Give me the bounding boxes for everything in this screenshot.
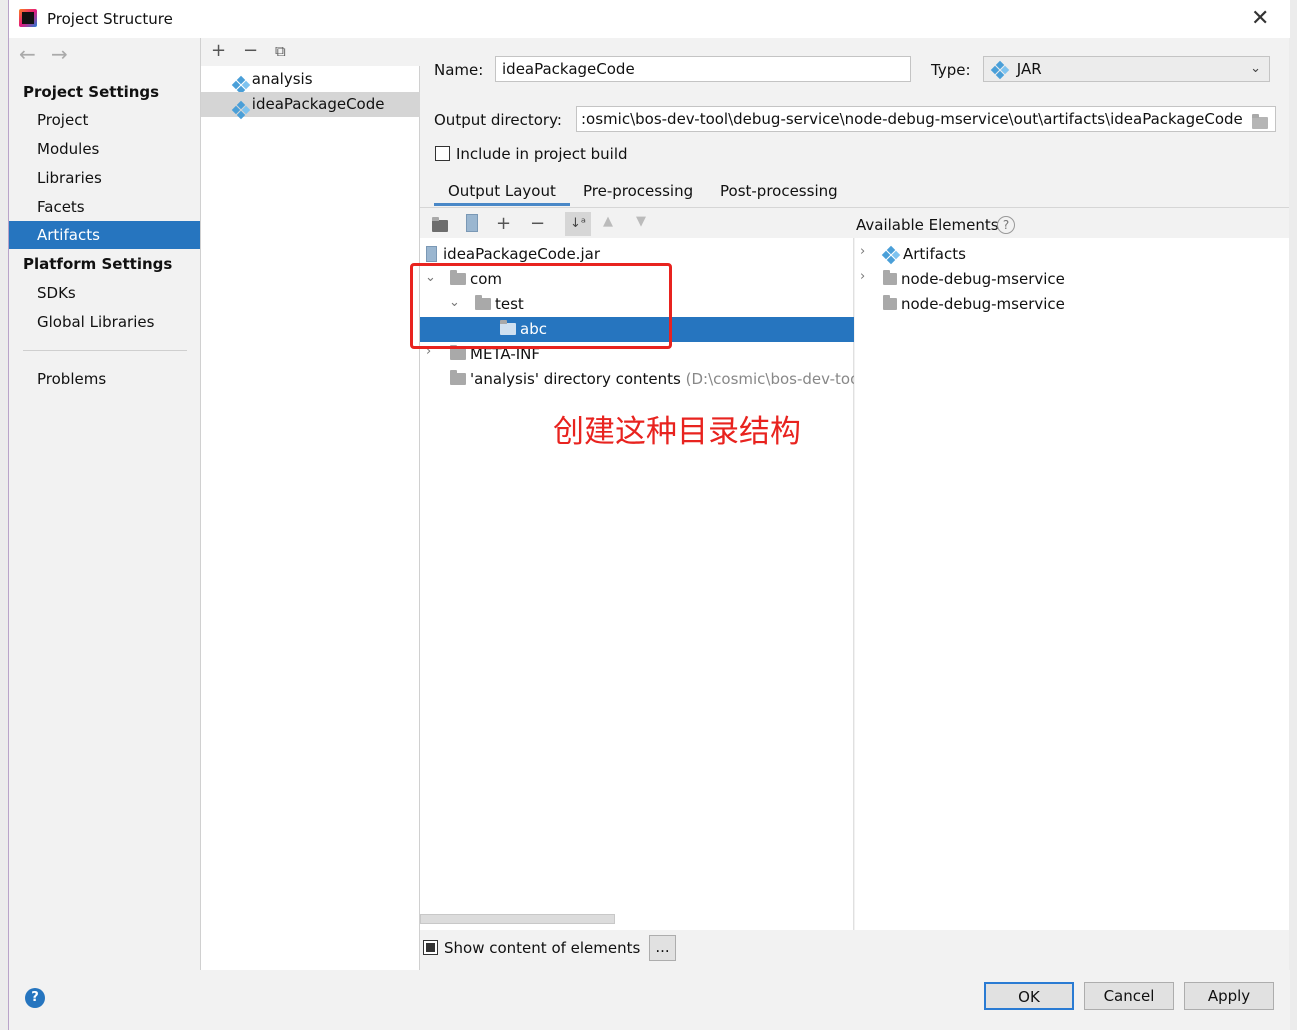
output-dir-label: Output directory: <box>434 111 562 129</box>
artifact-item-label: ideaPackageCode <box>251 95 385 113</box>
output-dir-value: :osmic\bos-dev-tool\debug-service\node-d… <box>581 110 1243 128</box>
cancel-button[interactable]: Cancel <box>1084 982 1174 1010</box>
forward-arrow-icon[interactable]: → <box>51 42 68 66</box>
move-up-icon[interactable]: ▲ <box>603 214 613 229</box>
back-arrow-icon[interactable]: ← <box>19 42 36 66</box>
nav-item-project[interactable]: Project <box>9 106 200 134</box>
artifact-icon <box>881 245 901 265</box>
name-label: Name: <box>434 61 484 79</box>
close-icon[interactable]: ✕ <box>1251 6 1269 31</box>
tree-node-detail: (D:\cosmic\bos-dev-tool <box>685 370 854 388</box>
chevron-down-icon: ⌄ <box>1250 61 1261 76</box>
folder-icon <box>450 345 466 360</box>
jar-icon <box>990 60 1010 80</box>
tab-divider <box>420 207 1289 208</box>
apply-button[interactable]: Apply <box>1184 982 1274 1010</box>
chevron-right-icon[interactable]: › <box>860 244 865 259</box>
platform-settings-header: Platform Settings <box>23 255 173 273</box>
nav-item-sdks[interactable]: SDKs <box>9 279 200 307</box>
layout-toolbar: + − ↓ᵃ ▲ ▼ <box>420 210 854 238</box>
show-content-options-button[interactable]: ... <box>649 935 676 961</box>
nav-item-artifacts[interactable]: Artifacts <box>9 221 200 249</box>
help-icon[interactable]: ? <box>997 216 1015 234</box>
dialog-footer: ? OK Cancel Apply <box>9 970 1290 1030</box>
available-item-module[interactable]: node-debug-mservice <box>883 267 1065 292</box>
add-copy-icon[interactable]: + <box>496 214 511 234</box>
help-icon[interactable]: ? <box>25 988 45 1008</box>
nav-item-facets[interactable]: Facets <box>9 193 200 221</box>
settings-nav: ← → Project Settings Project Modules Lib… <box>9 38 201 970</box>
title-bar: Project Structure ✕ <box>9 0 1290 38</box>
available-item-label: node-debug-mservice <box>901 295 1065 313</box>
module-folder-icon <box>883 295 897 310</box>
available-elements-tree: › Artifacts › node-debug-mservice node-d… <box>855 238 1289 930</box>
project-settings-header: Project Settings <box>23 83 160 101</box>
name-input[interactable]: ideaPackageCode <box>495 56 911 82</box>
annotation-text: 创建这种目录结构 <box>553 414 801 450</box>
tab-label: Pre-processing <box>583 182 694 200</box>
folder-icon <box>450 370 466 385</box>
jar-file-icon <box>426 246 437 262</box>
archive-icon[interactable] <box>466 214 478 232</box>
tab-post-processing[interactable]: Post-processing <box>706 176 852 206</box>
output-dir-input[interactable]: :osmic\bos-dev-tool\debug-service\node-d… <box>576 106 1276 132</box>
artifact-config-panel: Name: ideaPackageCode Type: JAR ⌄ Output… <box>410 38 1289 970</box>
artifact-icon <box>231 75 251 95</box>
tab-output-layout[interactable]: Output Layout <box>434 176 570 206</box>
type-value: JAR <box>1016 60 1042 78</box>
add-icon[interactable]: + <box>211 41 226 61</box>
remove-icon[interactable]: − <box>243 41 258 61</box>
annotation-highlight-box <box>410 263 672 349</box>
folder-browse-icon[interactable] <box>1252 114 1272 132</box>
nav-item-libraries[interactable]: Libraries <box>9 164 200 192</box>
artifacts-list-toolbar: + − ⧉ <box>201 38 420 66</box>
available-item-artifacts[interactable]: Artifacts <box>881 242 966 267</box>
nav-item-global-libraries[interactable]: Global Libraries <box>9 308 200 336</box>
project-structure-dialog: Project Structure ✕ ← → Project Settings… <box>8 0 1290 1030</box>
chevron-right-icon[interactable]: › <box>860 269 865 284</box>
nav-item-modules[interactable]: Modules <box>9 135 200 163</box>
dialog-title: Project Structure <box>47 10 173 28</box>
copy-icon[interactable]: ⧉ <box>275 41 286 61</box>
available-elements-title: Available Elements <box>856 216 999 234</box>
available-item-label: node-debug-mservice <box>901 270 1065 288</box>
move-down-icon[interactable]: ▼ <box>636 214 646 229</box>
ok-button[interactable]: OK <box>984 982 1074 1010</box>
nav-item-problems[interactable]: Problems <box>9 365 200 393</box>
type-label: Type: <box>931 61 971 79</box>
tree-node-label: 'analysis' directory contents <box>470 370 681 388</box>
tree-node-label: ideaPackageCode.jar <box>443 245 600 263</box>
include-label: Include in project build <box>456 145 628 163</box>
output-layout-tree: ideaPackageCode.jar ⌄ com ⌄ test abc › M… <box>410 238 854 930</box>
sort-icon[interactable]: ↓ᵃ <box>565 212 591 236</box>
artifact-item-analysis[interactable]: analysis <box>201 67 420 95</box>
available-item-module-output[interactable]: node-debug-mservice <box>883 292 1065 317</box>
tab-label: Output Layout <box>448 182 556 200</box>
type-select[interactable]: JAR ⌄ <box>983 56 1270 82</box>
artifacts-list: + − ⧉ analysis ideaPackageCode <box>201 38 420 970</box>
show-content-label: Show content of elements <box>444 939 641 957</box>
artifact-item-ideapackagecode[interactable]: ideaPackageCode <box>201 92 420 120</box>
show-content-checkbox[interactable] <box>423 940 438 955</box>
tab-label: Post-processing <box>720 182 838 200</box>
module-folder-icon <box>883 270 897 285</box>
artifact-item-label: analysis <box>251 70 313 88</box>
remove-icon[interactable]: − <box>530 214 545 234</box>
new-folder-icon[interactable] <box>432 217 452 235</box>
intellij-logo-icon <box>19 9 37 27</box>
include-checkbox[interactable] <box>435 146 450 161</box>
tree-node-analysis-contents[interactable]: 'analysis' directory contents (D:\cosmic… <box>450 367 854 392</box>
available-item-label: Artifacts <box>903 245 966 263</box>
artifact-icon <box>231 100 251 120</box>
nav-divider <box>23 350 187 351</box>
tab-pre-processing[interactable]: Pre-processing <box>569 176 707 206</box>
horizontal-scrollbar[interactable] <box>420 914 615 924</box>
